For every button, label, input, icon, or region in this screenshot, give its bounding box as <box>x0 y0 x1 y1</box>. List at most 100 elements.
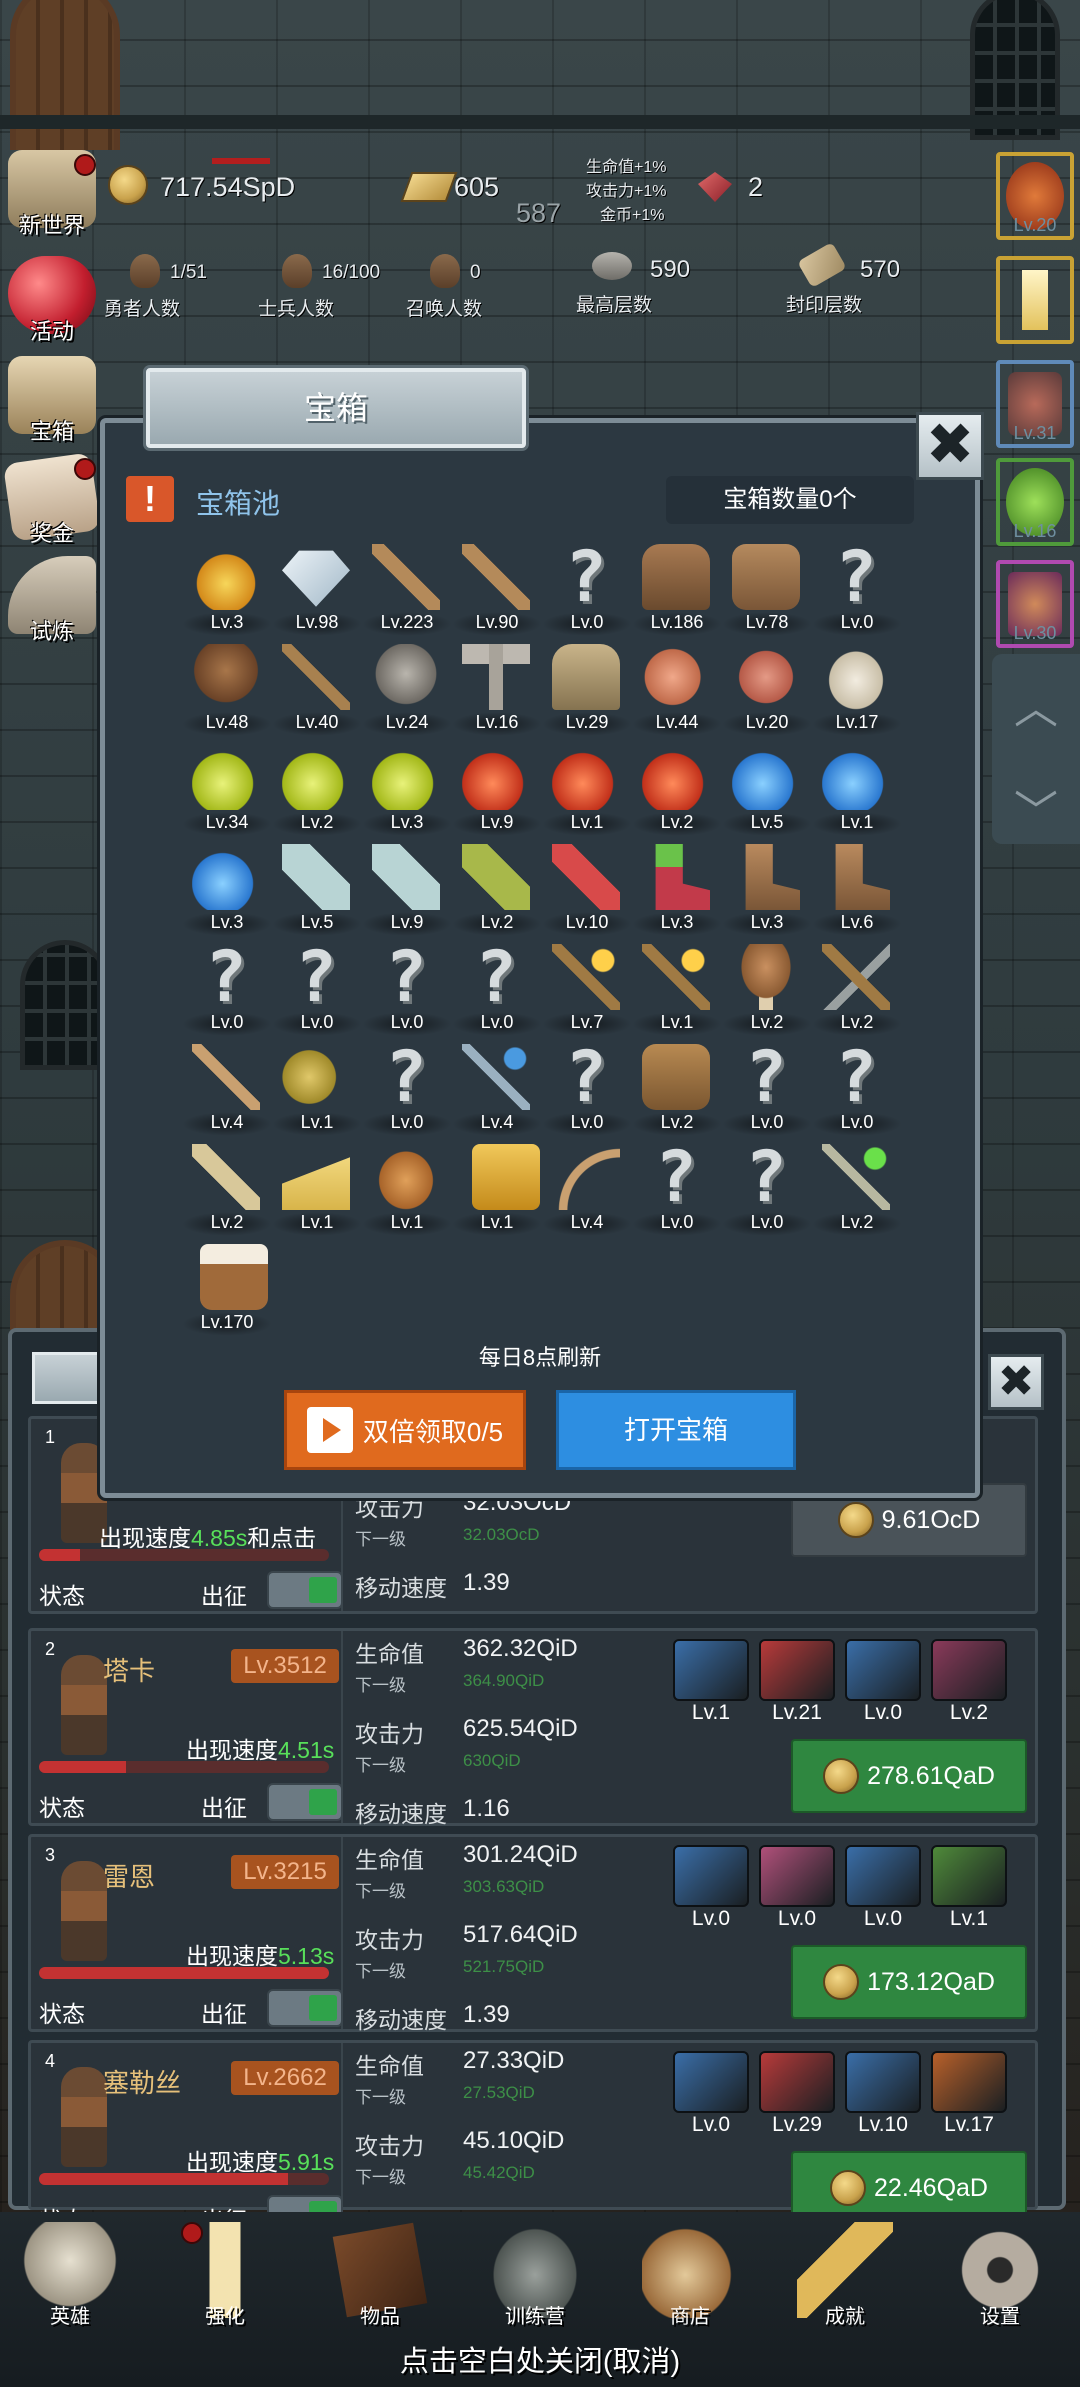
chest-item[interactable]: ? Lv.0 <box>182 942 272 1042</box>
chest-item[interactable]: Lv.170 <box>182 1242 272 1342</box>
side-new-world[interactable]: 新世界 <box>4 150 100 240</box>
hero-card[interactable]: 4塞勒丝Lv.2662出现速度5.91s状态出征生命值27.33QiD下一级27… <box>28 2040 1038 2233</box>
chest-item[interactable]: Lv.17 <box>812 642 902 742</box>
chest-item[interactable]: Lv.7 <box>542 942 632 1042</box>
sortie-toggle[interactable] <box>267 1989 343 2027</box>
chest-item[interactable]: Lv.34 <box>182 742 272 842</box>
side-trial[interactable]: 试炼 <box>4 556 100 646</box>
chest-item[interactable]: ? Lv.0 <box>542 542 632 642</box>
equipment-slot-icon[interactable] <box>931 2051 1007 2113</box>
nav-training[interactable]: 训练营 <box>465 2222 605 2329</box>
chest-item[interactable]: ? Lv.0 <box>812 1042 902 1142</box>
chest-item[interactable]: ? Lv.0 <box>812 542 902 642</box>
chest-item[interactable]: Lv.29 <box>542 642 632 742</box>
chest-item[interactable]: Lv.3 <box>722 842 812 942</box>
nav-settings[interactable]: 设置 <box>930 2222 1070 2329</box>
nav-shop[interactable]: 商店 <box>620 2222 760 2329</box>
hero-card[interactable]: 3 雷恩 Lv.3215 出现速度5.13s 状态 出征 生命值 301.24QiD 下一级 30… <box>28 1834 1038 2033</box>
chest-item[interactable]: Lv.223 <box>362 542 452 642</box>
side-activity[interactable]: 活动 <box>4 256 100 346</box>
arrow-up-icon[interactable]: ︿ <box>992 672 1080 736</box>
modal-close-icon[interactable]: ✖ <box>916 412 984 480</box>
equipment-slot-icon[interactable] <box>759 1639 835 1701</box>
hero-card[interactable]: 2 塔卡 Lv.3512 出现速度4.51s 状态 出征 生命值 362.32QiD 下一级 36… <box>28 1628 1038 1827</box>
equipment-slot-icon[interactable] <box>673 2051 749 2113</box>
chest-item[interactable]: Lv.98 <box>272 542 362 642</box>
equipment-slot-icon[interactable] <box>673 1845 749 1907</box>
chest-item[interactable]: Lv.5 <box>272 842 362 942</box>
chest-item[interactable]: Lv.1 <box>632 942 722 1042</box>
chest-item[interactable]: Lv.2 <box>182 1142 272 1242</box>
chest-item[interactable]: Lv.5 <box>722 742 812 842</box>
chest-item[interactable]: Lv.186 <box>632 542 722 642</box>
chest-item[interactable]: Lv.1 <box>452 1142 542 1242</box>
summon-slot[interactable]: Lv.16 <box>996 458 1074 546</box>
arrow-down-icon[interactable]: ﹀ <box>992 776 1080 840</box>
chest-item[interactable]: Lv.2 <box>632 742 722 842</box>
double-claim-button[interactable]: 双倍领取0/5 <box>284 1390 526 1470</box>
equipment-slot-icon[interactable] <box>759 1845 835 1907</box>
chest-item[interactable]: Lv.90 <box>452 542 542 642</box>
chest-item[interactable]: Lv.1 <box>812 742 902 842</box>
sortie-toggle[interactable] <box>267 1783 343 1821</box>
chest-item[interactable]: Lv.10 <box>542 842 632 942</box>
chest-item[interactable]: Lv.16 <box>452 642 542 742</box>
chest-item[interactable]: Lv.2 <box>272 742 362 842</box>
chest-item[interactable]: Lv.2 <box>722 942 812 1042</box>
chest-item[interactable]: Lv.1 <box>542 742 632 842</box>
equipment-slot-icon[interactable] <box>759 2051 835 2113</box>
nav-upgrade[interactable]: 强化 <box>155 2222 295 2329</box>
side-bonus[interactable]: 奖金 <box>3 452 101 548</box>
chest-item[interactable]: ? Lv.0 <box>452 942 542 1042</box>
summon-slot[interactable]: Lv.20 <box>996 152 1074 240</box>
chest-item[interactable]: Lv.40 <box>272 642 362 742</box>
equipment-slot-icon[interactable] <box>845 1639 921 1701</box>
sortie-toggle[interactable] <box>267 1571 343 1609</box>
nav-heroes[interactable]: 英雄 <box>0 2222 140 2329</box>
equipment-slot-icon[interactable] <box>673 1639 749 1701</box>
chest-item[interactable]: ? Lv.0 <box>362 942 452 1042</box>
summon-slot[interactable]: Lv.30 <box>996 560 1074 648</box>
chest-item[interactable]: Lv.9 <box>362 842 452 942</box>
chest-item[interactable]: Lv.2 <box>632 1042 722 1142</box>
equipment-slot-icon[interactable] <box>845 1845 921 1907</box>
equipment-slot-icon[interactable] <box>931 1639 1007 1701</box>
upgrade-button[interactable]: 278.61QaD <box>791 1739 1027 1813</box>
chest-item[interactable]: Lv.3 <box>632 842 722 942</box>
chest-item[interactable]: Lv.9 <box>452 742 542 842</box>
chest-item[interactable]: ? Lv.0 <box>272 942 362 1042</box>
side-chest[interactable]: 宝箱 <box>4 356 100 446</box>
chest-item[interactable]: Lv.1 <box>272 1042 362 1142</box>
chest-item[interactable]: Lv.2 <box>812 942 902 1042</box>
summon-slot[interactable] <box>996 256 1074 344</box>
nav-items[interactable]: 物品 <box>310 2222 450 2329</box>
chest-item[interactable]: Lv.4 <box>182 1042 272 1142</box>
chest-item[interactable]: ? Lv.0 <box>632 1142 722 1242</box>
chest-item[interactable]: Lv.4 <box>542 1142 632 1242</box>
chest-item[interactable]: ? Lv.0 <box>542 1042 632 1142</box>
nav-achievements[interactable]: 成就 <box>775 2222 915 2329</box>
chest-item[interactable]: Lv.48 <box>182 642 272 742</box>
equipment-slot-icon[interactable] <box>931 1845 1007 1907</box>
chest-item[interactable]: Lv.20 <box>722 642 812 742</box>
chest-item[interactable]: Lv.44 <box>632 642 722 742</box>
close-hint[interactable]: 点击空白处关闭(取消) <box>0 2338 1080 2380</box>
chest-item[interactable]: ? Lv.0 <box>362 1042 452 1142</box>
chest-item[interactable]: Lv.3 <box>362 742 452 842</box>
open-chest-button[interactable]: 打开宝箱 <box>556 1390 796 1470</box>
chest-item[interactable]: Lv.6 <box>812 842 902 942</box>
chest-item[interactable]: Lv.3 <box>182 542 272 642</box>
chest-item[interactable]: Lv.2 <box>812 1142 902 1242</box>
chest-item[interactable]: Lv.24 <box>362 642 452 742</box>
chest-item[interactable]: Lv.1 <box>362 1142 452 1242</box>
summon-slot[interactable]: Lv.31 <box>996 360 1074 448</box>
chest-item[interactable]: Lv.3 <box>182 842 272 942</box>
chest-item[interactable]: Lv.2 <box>452 842 542 942</box>
chest-item[interactable]: ? Lv.0 <box>722 1142 812 1242</box>
equipment-slot-icon[interactable] <box>845 2051 921 2113</box>
upgrade-button[interactable]: 173.12QaD <box>791 1945 1027 2019</box>
chest-item[interactable]: ? Lv.0 <box>722 1042 812 1142</box>
chest-item[interactable]: Lv.78 <box>722 542 812 642</box>
chest-item[interactable]: Lv.1 <box>272 1142 362 1242</box>
chest-item[interactable]: Lv.4 <box>452 1042 542 1142</box>
